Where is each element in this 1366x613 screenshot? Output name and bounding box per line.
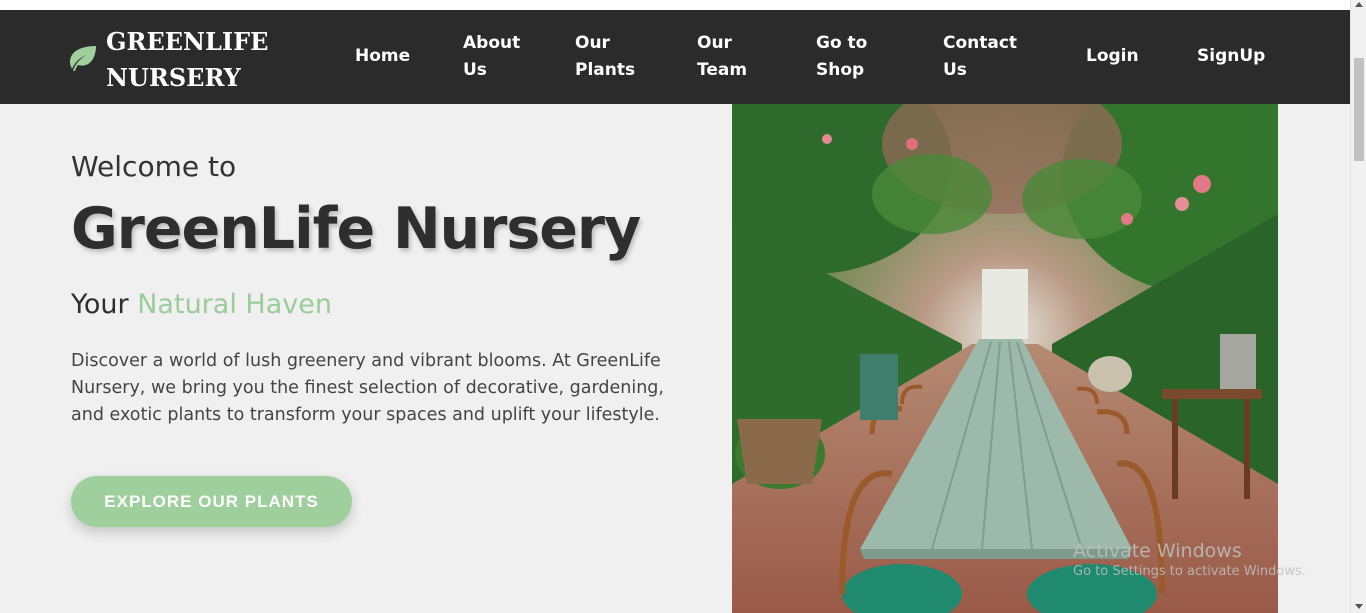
- navbar: GREENLIFE NURSERY Home About Us Our Plan…: [0, 10, 1350, 104]
- explore-plants-button[interactable]: EXPLORE OUR PLANTS: [71, 476, 352, 527]
- scroll-down-arrow-icon[interactable]: [1355, 604, 1363, 609]
- scroll-up-arrow-icon[interactable]: [1355, 2, 1363, 7]
- nav-our-team-line2: Team: [697, 60, 748, 80]
- nav-our-plants-line1: Our: [575, 33, 610, 53]
- nav-home[interactable]: Home: [355, 43, 410, 70]
- nav-go-to-shop[interactable]: Go to Shop: [816, 30, 867, 84]
- browser-top-strip: [0, 0, 1350, 10]
- hero-tagline: Your Natural Haven: [71, 289, 332, 320]
- leaf-icon: [70, 46, 96, 71]
- hero-greenhouse-image: [732, 104, 1278, 613]
- nav-our-plants[interactable]: Our Plants: [575, 30, 635, 84]
- nav-about-us-line1: About: [463, 33, 521, 53]
- nav-about-us[interactable]: About Us: [463, 30, 520, 84]
- nav-go-to-shop-line2: Shop: [816, 60, 865, 80]
- hero-title: GreenLife Nursery: [71, 196, 641, 262]
- brand-logo-text[interactable]: GREENLIFE NURSERY: [106, 24, 268, 96]
- nav-go-to-shop-line1: Go to: [816, 33, 868, 53]
- brand-line-1: GREENLIFE: [106, 27, 269, 56]
- nav-contact-us-line2: Us: [943, 60, 967, 80]
- nav-contact-us[interactable]: Contact Us: [943, 30, 1017, 84]
- vertical-scrollbar[interactable]: [1350, 0, 1366, 613]
- nav-our-team-line1: Our: [697, 33, 732, 53]
- scroll-thumb[interactable]: [1354, 58, 1364, 161]
- hero-description: Discover a world of lush greenery and vi…: [71, 351, 664, 425]
- hero-tagline-prefix: Your: [71, 289, 138, 320]
- hero-welcome: Welcome to: [71, 150, 237, 183]
- nav-contact-us-line1: Contact: [943, 33, 1018, 53]
- greenhouse-photo-illustration: [732, 104, 1278, 613]
- watermark-line-2: Go to Settings to activate Windows.: [1073, 564, 1306, 579]
- brand-line-2: NURSERY: [106, 63, 241, 92]
- watermark-line-1: Activate Windows: [1073, 540, 1242, 562]
- nav-our-team[interactable]: Our Team: [697, 30, 747, 84]
- nav-our-plants-line2: Plants: [575, 60, 636, 80]
- hero-tagline-accent: Natural Haven: [137, 289, 332, 320]
- activate-windows-watermark: Activate Windows Go to Settings to activ…: [1073, 540, 1306, 579]
- nav-signup[interactable]: SignUp: [1197, 43, 1265, 70]
- nav-about-us-line2: Us: [463, 60, 487, 80]
- nav-login[interactable]: Login: [1086, 43, 1139, 70]
